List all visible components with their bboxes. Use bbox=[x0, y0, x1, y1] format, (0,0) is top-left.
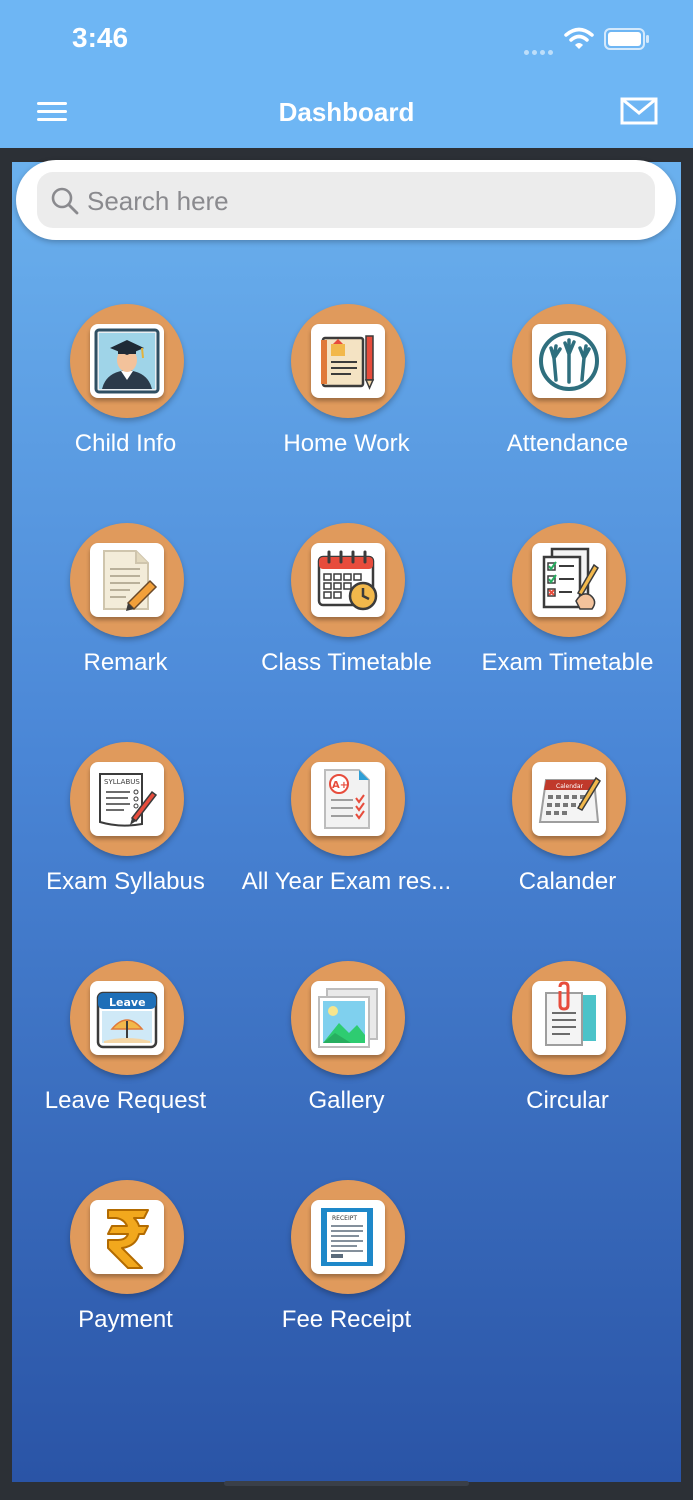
tile-label: Exam Timetable bbox=[481, 649, 654, 676]
tile-child-info[interactable]: Child Info bbox=[15, 304, 236, 494]
tile-label: Exam Syllabus bbox=[46, 868, 205, 895]
signal-icon bbox=[524, 42, 556, 60]
tile-gallery[interactable]: Gallery bbox=[236, 961, 457, 1151]
checklist-hand-icon bbox=[532, 543, 606, 617]
tile-icon-circle: Calendar bbox=[512, 742, 626, 856]
page-title: Dashboard bbox=[278, 97, 415, 127]
graduate-student-icon bbox=[90, 324, 164, 398]
tile-icon-circle: RECEIPT bbox=[291, 1180, 405, 1294]
tile-fee-receipt[interactable]: RECEIPT Fee Receipt bbox=[236, 1180, 457, 1370]
nav-bar: Dashboard bbox=[0, 80, 693, 148]
tile-label: Child Info bbox=[74, 430, 177, 457]
tile-class-timetable[interactable]: Class Timetable bbox=[236, 523, 457, 713]
tile-circular[interactable]: Circular bbox=[457, 961, 678, 1151]
status-time: 3:46 bbox=[72, 22, 129, 53]
tile-icon-circle bbox=[512, 304, 626, 418]
battery-icon bbox=[604, 28, 649, 50]
tile-icon-circle bbox=[291, 304, 405, 418]
tile-home-work[interactable]: Home Work bbox=[236, 304, 457, 494]
exam-result-a-plus-icon: A+ bbox=[311, 762, 385, 836]
envelope-icon[interactable] bbox=[620, 96, 660, 126]
search-bar bbox=[16, 160, 676, 240]
tile-label: Calander bbox=[518, 868, 617, 895]
photo-gallery-icon bbox=[311, 981, 385, 1055]
search-input[interactable] bbox=[85, 180, 639, 222]
wifi-icon bbox=[564, 27, 594, 49]
rupee-icon bbox=[90, 1200, 164, 1274]
tile-label: Home Work bbox=[283, 430, 410, 457]
tile-label: Gallery bbox=[308, 1087, 385, 1114]
home-indicator bbox=[224, 1481, 469, 1486]
tile-icon-circle: Leave bbox=[70, 961, 184, 1075]
tile-label: Circular bbox=[526, 1087, 609, 1114]
tile-all-year-exam-results[interactable]: A+ All Year Exam res... bbox=[236, 742, 457, 932]
tile-label: Attendance bbox=[506, 430, 629, 457]
leave-badge-text: Leave bbox=[109, 996, 146, 1009]
note-pencil-icon bbox=[90, 543, 164, 617]
tile-exam-timetable[interactable]: Exam Timetable bbox=[457, 523, 678, 713]
tile-icon-circle: SYLLABUS bbox=[70, 742, 184, 856]
tile-exam-syllabus[interactable]: SYLLABUS Exam Syllabus bbox=[15, 742, 236, 932]
tile-label: Leave Request bbox=[44, 1087, 207, 1114]
search-icon bbox=[51, 187, 79, 215]
tile-icon-circle bbox=[291, 523, 405, 637]
receipt-icon: RECEIPT bbox=[311, 1200, 385, 1274]
syllabus-badge-text: SYLLABUS bbox=[104, 778, 140, 786]
search-field[interactable] bbox=[37, 172, 655, 228]
status-bar: 3:46 bbox=[0, 0, 693, 80]
syllabus-document-icon: SYLLABUS bbox=[90, 762, 164, 836]
tile-label: Payment bbox=[78, 1306, 173, 1333]
tile-icon-circle bbox=[70, 1180, 184, 1294]
tile-leave-request[interactable]: Leave Leave Request bbox=[15, 961, 236, 1151]
leave-calendar-icon: Leave bbox=[90, 981, 164, 1055]
tile-icon-circle bbox=[70, 523, 184, 637]
calendar-clock-icon bbox=[311, 543, 385, 617]
tile-remark[interactable]: Remark bbox=[15, 523, 236, 713]
tile-label: All Year Exam res... bbox=[241, 868, 452, 895]
tile-icon-circle: A+ bbox=[291, 742, 405, 856]
tile-label: Fee Receipt bbox=[281, 1306, 412, 1333]
tile-label: Remark bbox=[83, 649, 168, 676]
tile-icon-circle bbox=[512, 961, 626, 1075]
desk-calendar-icon: Calendar bbox=[532, 762, 606, 836]
tile-payment[interactable]: Payment bbox=[15, 1180, 236, 1370]
tile-icon-circle bbox=[512, 523, 626, 637]
tile-label: Class Timetable bbox=[261, 649, 432, 676]
tile-calander[interactable]: Calendar Calander bbox=[457, 742, 678, 932]
clipboard-circular-icon bbox=[532, 981, 606, 1055]
svg-text:A+: A+ bbox=[332, 780, 348, 791]
notebook-pencil-icon bbox=[311, 324, 385, 398]
tile-icon-circle bbox=[70, 304, 184, 418]
tile-attendance[interactable]: Attendance bbox=[457, 304, 678, 494]
receipt-badge-text: RECEIPT bbox=[332, 1215, 357, 1222]
raised-hands-icon bbox=[532, 324, 606, 398]
tile-icon-circle bbox=[291, 961, 405, 1075]
calendar-badge-text: Calendar bbox=[556, 783, 584, 790]
